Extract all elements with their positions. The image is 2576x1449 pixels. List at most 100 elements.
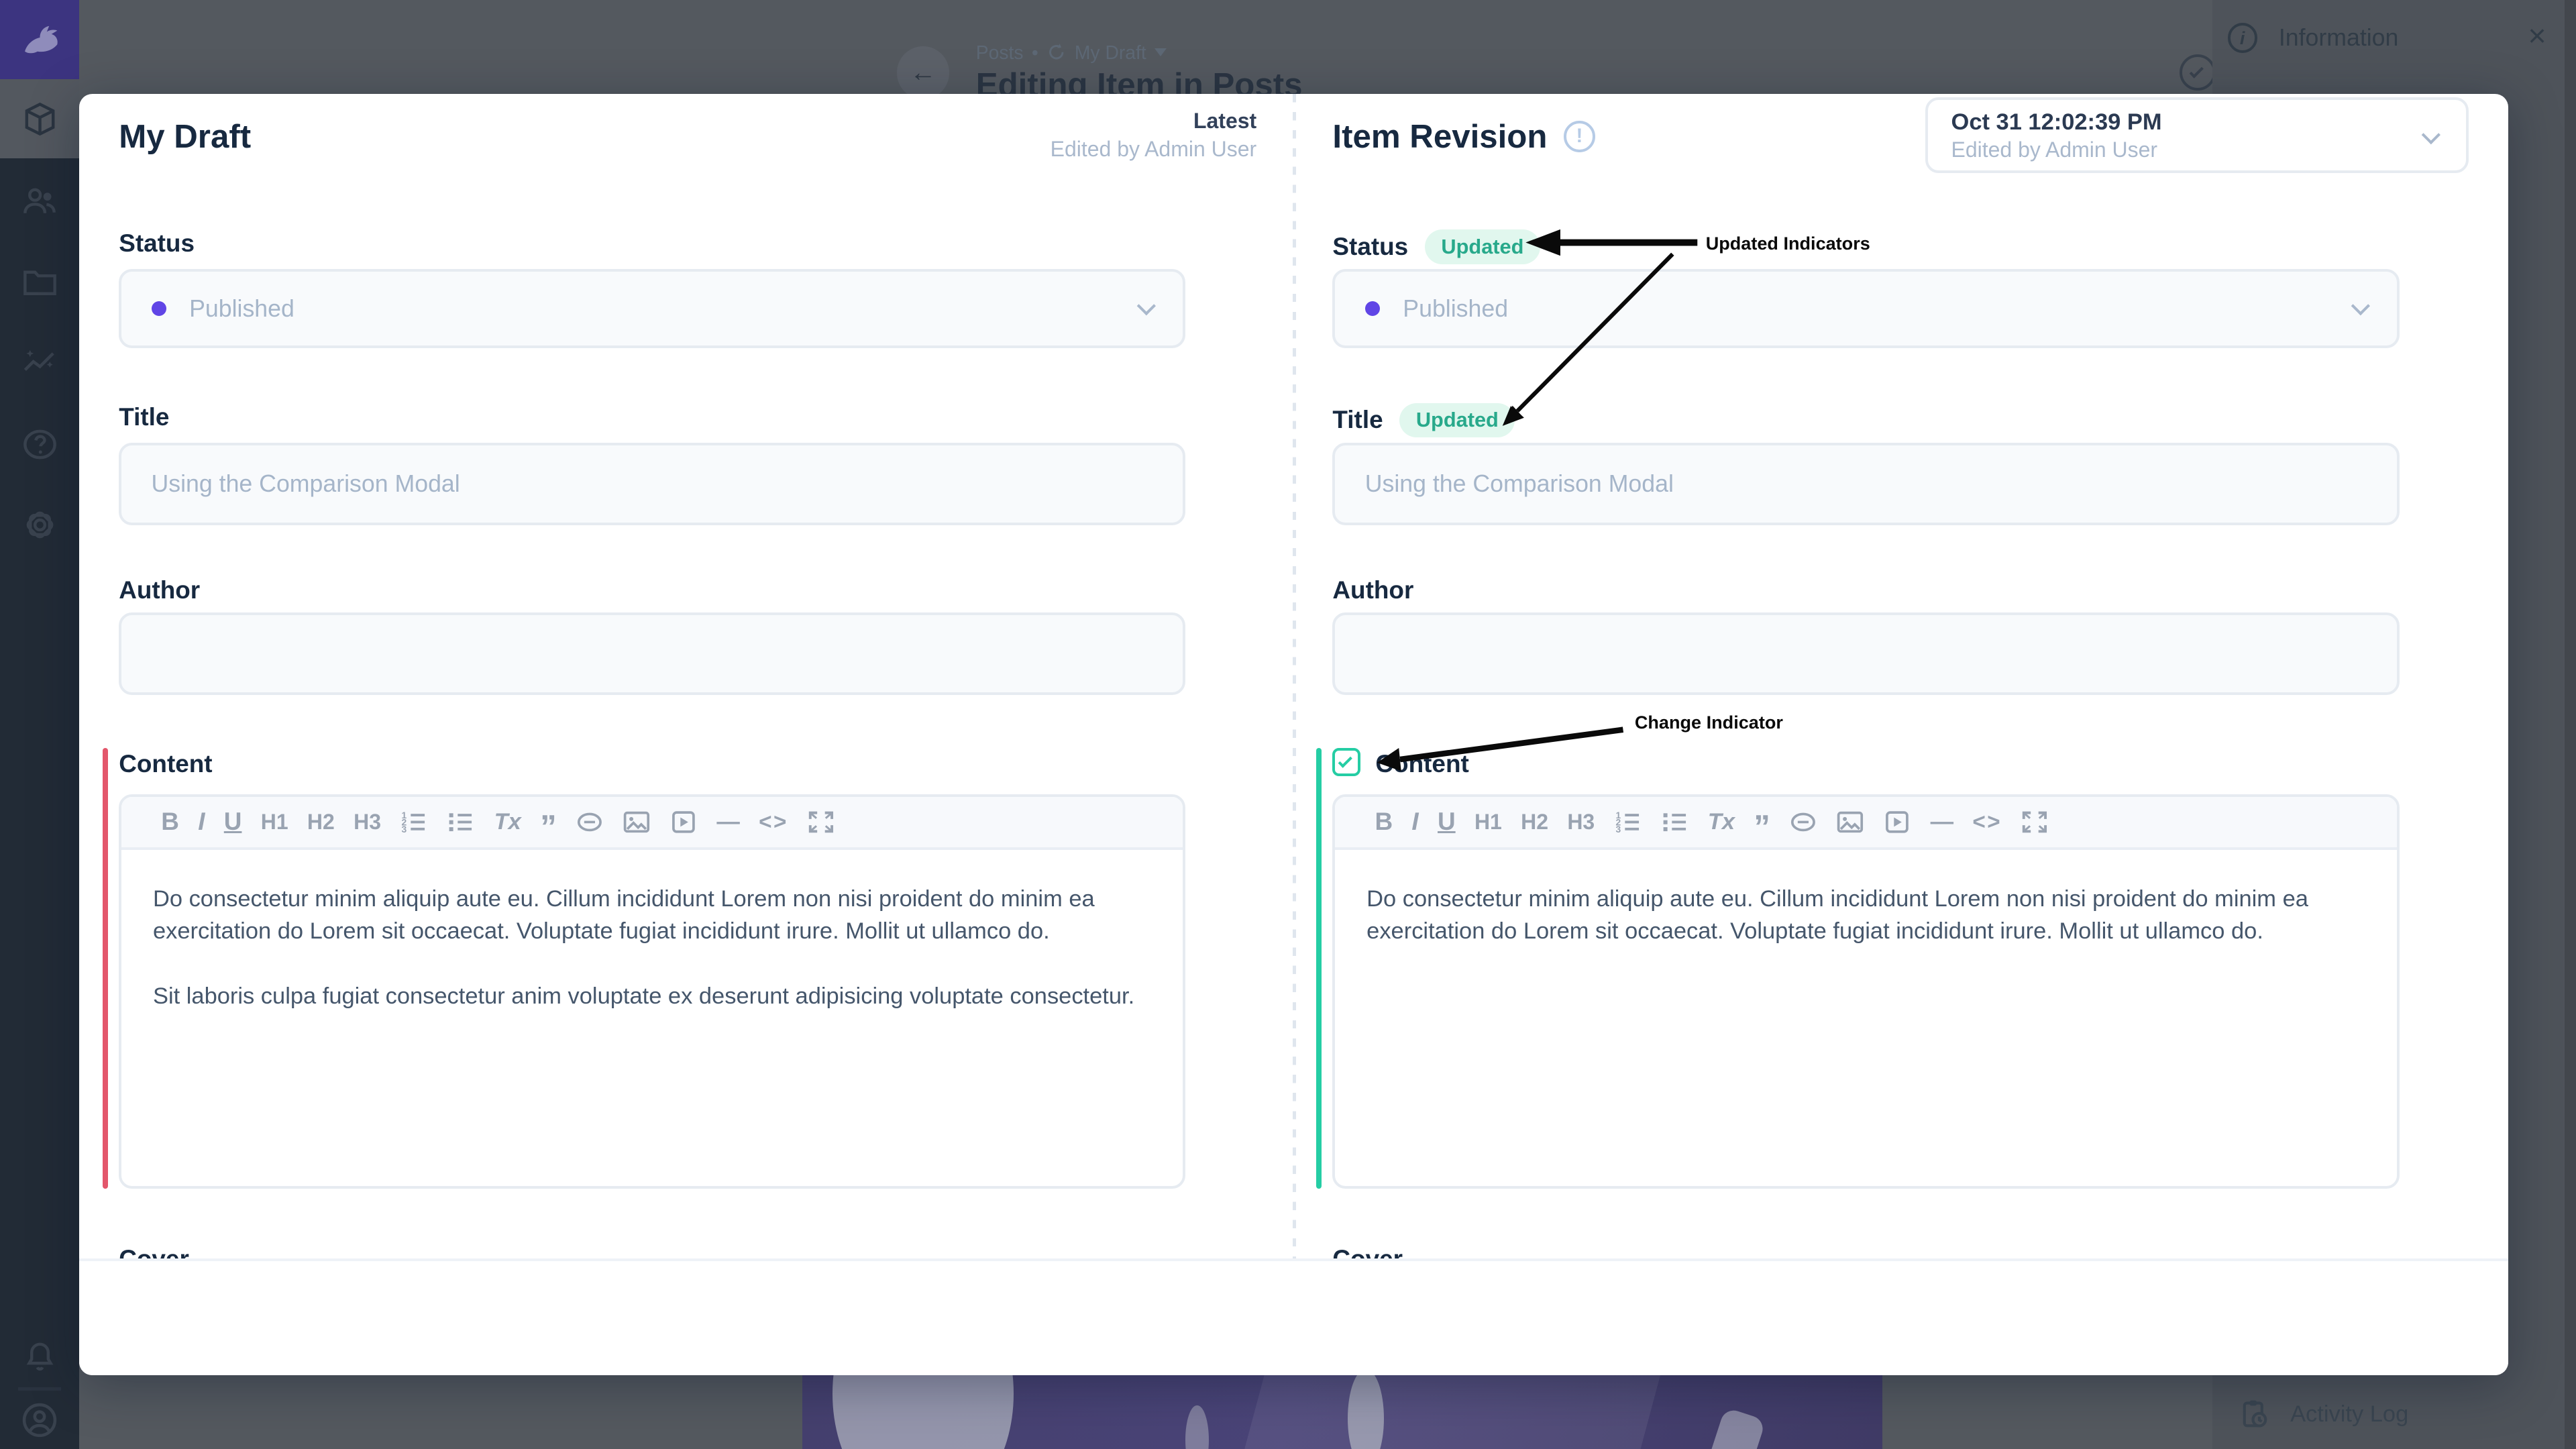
ordered-list-button[interactable]: 123 [1614,810,1642,835]
content-editable-area[interactable]: Do consectetur minim aliquip aute eu. Ci… [121,850,1183,1079]
chevron-down-icon [2351,296,2369,315]
status-select[interactable]: Published [1332,269,2399,348]
module-content[interactable] [0,79,79,158]
updated-badge: Updated [1425,229,1540,264]
content-paragraph: Do consectetur minim aliquip aute eu. Ci… [153,883,1152,947]
panel-divider [1293,94,1296,1375]
chevron-down-icon [1137,296,1156,315]
image-button[interactable] [623,810,651,835]
status-field-label-row: Status [119,229,195,258]
content-editor: BIU H1 H2 H3 123 Tx ” — <> Do consectetur min… [119,794,1185,1189]
cover-label: Cover [1332,1245,1403,1258]
fullscreen-button[interactable] [807,810,835,835]
h3-button[interactable]: H3 [354,811,381,833]
video-button[interactable] [1883,810,1911,835]
cube-icon [20,99,60,139]
h1-button[interactable]: H1 [261,811,288,833]
code-button[interactable]: <> [1972,811,2002,833]
revision-time: Oct 31 12:02:39 PM [1951,109,2443,137]
module-settings[interactable] [0,486,79,565]
content-field-label-row: Content [1375,750,1468,778]
italic-button[interactable]: I [198,810,205,835]
bold-button[interactable]: B [1375,810,1393,835]
status-dot-icon [152,301,166,316]
title-input[interactable]: Using the Comparison Modal [1332,443,2399,525]
draft-panel: My Draft Status Published Title Using th… [119,94,1185,1258]
users-icon [20,182,60,221]
code-button[interactable]: <> [759,811,788,833]
fullscreen-button[interactable] [2021,810,2049,835]
updated-indicators-annotation: Updated Indicators [1706,233,1870,254]
h2-button[interactable]: H2 [307,811,335,833]
title-value: Using the Comparison Modal [152,470,460,498]
info-sidebar-header[interactable]: i Information [2228,23,2399,52]
breadcrumb[interactable]: Posts • My Draft [976,42,1167,64]
breadcrumb-collection[interactable]: Posts [976,42,1024,64]
module-help[interactable] [0,405,79,484]
content-paragraph: Sit laboris culpa fugiat consectetur ani… [153,980,1152,1012]
revision-selector[interactable]: Oct 31 12:02:39 PM Edited by Admin User [1925,97,2469,173]
clear-format-button[interactable]: Tx [494,810,521,833]
author-label: Author [119,576,200,604]
title-label: Title [119,403,169,431]
title-field-label-row: Title [119,403,169,431]
modal-footer [79,1258,2508,1376]
author-field-label-row: Author [1332,576,1413,604]
image-button[interactable] [1836,810,1864,835]
h3-button[interactable]: H3 [1567,811,1595,833]
ordered-list-button[interactable]: 123 [400,810,428,835]
activity-log-label: Activity Log [2290,1401,2408,1428]
author-input[interactable] [1332,612,2399,695]
page-scrollbar[interactable] [2565,0,2576,1449]
user-menu[interactable] [0,1381,79,1449]
folder-icon [20,262,60,302]
change-bar-added [1316,748,1322,1189]
content-paragraph: Do consectetur minim aliquip aute eu. Ci… [1366,883,2365,947]
link-button[interactable] [576,810,604,835]
bold-button[interactable]: B [161,810,179,835]
clear-format-button[interactable]: Tx [1708,810,1735,833]
content-editable-area[interactable]: Do consectetur minim aliquip aute eu. Ci… [1335,850,2396,1014]
italic-button[interactable]: I [1411,810,1418,835]
breadcrumb-caret-icon [1155,48,1167,56]
draft-panel-title: My Draft [119,117,251,156]
author-input[interactable] [119,612,1185,695]
content-field-label-row: Content [119,750,212,778]
module-users[interactable] [0,162,79,241]
directus-logo[interactable] [0,0,79,79]
user-avatar-icon [18,1399,61,1442]
updated-badge: Updated [1399,403,1515,438]
latest-label: Latest [1051,107,1257,136]
check-icon [1338,754,1352,768]
bullet-list-button[interactable] [447,810,475,835]
h2-button[interactable]: H2 [1521,811,1548,833]
breadcrumb-item[interactable]: My Draft [1075,42,1146,64]
h1-button[interactable]: H1 [1474,811,1502,833]
underline-button[interactable]: U [224,810,242,835]
status-dot-icon [1365,301,1380,316]
status-select[interactable]: Published [119,269,1185,348]
blockquote-button[interactable]: ” [540,810,557,843]
content-label: Content [119,750,212,778]
link-button[interactable] [1789,810,1817,835]
sidebar-close-button[interactable]: × [2528,20,2546,52]
breadcrumb-separator: • [1032,42,1038,64]
blockquote-button[interactable]: ” [1754,810,1770,843]
activity-log-item[interactable]: Activity Log [2239,1399,2408,1430]
post-hero-image [802,1375,1882,1449]
hr-button[interactable]: — [1931,810,1953,833]
revision-info-icon[interactable]: ! [1564,121,1595,152]
video-button[interactable] [669,810,698,835]
back-button[interactable]: ← [897,46,950,99]
bullet-list-button[interactable] [1661,810,1689,835]
content-editor: BIU H1 H2 H3 123 Tx ” — <> Do consectetur min… [1332,794,2399,1189]
module-insights[interactable] [0,323,79,402]
underline-button[interactable]: U [1438,810,1456,835]
save-button[interactable] [2180,54,2216,91]
svg-text:3: 3 [1615,824,1621,835]
page-header: ← Posts • My Draft Editing Item in Posts [79,0,2212,94]
hr-button[interactable]: — [716,810,739,833]
title-input[interactable]: Using the Comparison Modal [119,443,1185,525]
module-files[interactable] [0,243,79,322]
content-diff-checkbox[interactable] [1332,748,1360,776]
